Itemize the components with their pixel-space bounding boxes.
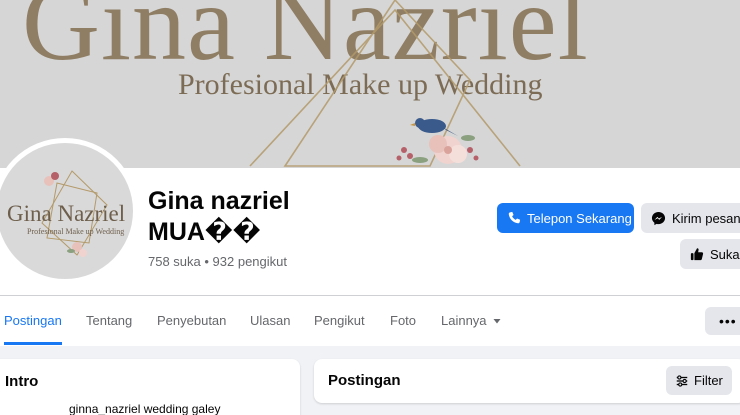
call-now-label: Telepon Sekarang <box>527 210 632 226</box>
tab-posts[interactable]: Postingan <box>4 296 62 345</box>
tab-reviews[interactable]: Ulasan <box>250 296 290 345</box>
tab-more-label: Lainnya <box>441 313 487 328</box>
filter-label: Filter <box>694 373 723 388</box>
intro-card: Intro ginna_nazriel wedding galey <box>0 359 300 415</box>
thumbs-up-icon <box>690 248 704 261</box>
tab-reviews-label: Ulasan <box>250 313 291 328</box>
more-dots-icon: ••• <box>719 313 737 329</box>
phone-icon <box>508 211 521 224</box>
tab-more[interactable]: Lainnya <box>441 296 502 345</box>
like-button[interactable]: Suka <box>680 239 740 269</box>
avatar-name: Gina Nazriel <box>7 201 126 226</box>
tab-followers[interactable]: Pengikut <box>314 296 365 345</box>
messenger-icon <box>651 211 666 225</box>
avatar-image: Gina Nazriel Profesional Make up Wedding <box>0 143 133 279</box>
intro-text: ginna_nazriel wedding galey <box>69 402 221 415</box>
tab-about-label: Tentang <box>86 313 133 328</box>
filter-button[interactable]: Filter <box>666 366 732 395</box>
page-title-line1: Gina nazriel <box>148 187 290 215</box>
filter-sliders-icon <box>676 374 688 387</box>
tab-photos[interactable]: Foto <box>390 296 416 345</box>
tab-posts-label: Postingan <box>4 313 62 328</box>
avatar-subtitle: Profesional Make up Wedding <box>27 227 125 236</box>
tab-mentions-label: Penyebutan <box>157 313 227 328</box>
intro-title: Intro <box>5 373 39 390</box>
chevron-down-icon <box>493 318 501 323</box>
send-message-button[interactable]: Kirim pesan <box>641 203 740 233</box>
send-message-label: Kirim pesan <box>672 210 740 226</box>
posts-card: Postingan Filter <box>314 359 740 403</box>
tab-mentions[interactable]: Penyebutan <box>157 296 226 345</box>
tab-followers-label: Pengikut <box>314 313 365 328</box>
like-label: Suka <box>710 246 740 262</box>
tab-about[interactable]: Tentang <box>86 296 132 345</box>
page-title: Gina nazriel MUA�� <box>148 186 408 248</box>
posts-title: Postingan <box>328 372 401 389</box>
more-options-button[interactable]: ••• <box>705 307 740 335</box>
page-stats[interactable]: 758 suka • 932 pengikut <box>148 254 287 269</box>
call-now-button[interactable]: Telepon Sekarang <box>497 203 634 233</box>
page-title-line2: MUA�� <box>148 218 261 246</box>
avatar[interactable]: Gina Nazriel Profesional Make up Wedding <box>0 138 138 284</box>
tab-photos-label: Foto <box>390 313 417 328</box>
